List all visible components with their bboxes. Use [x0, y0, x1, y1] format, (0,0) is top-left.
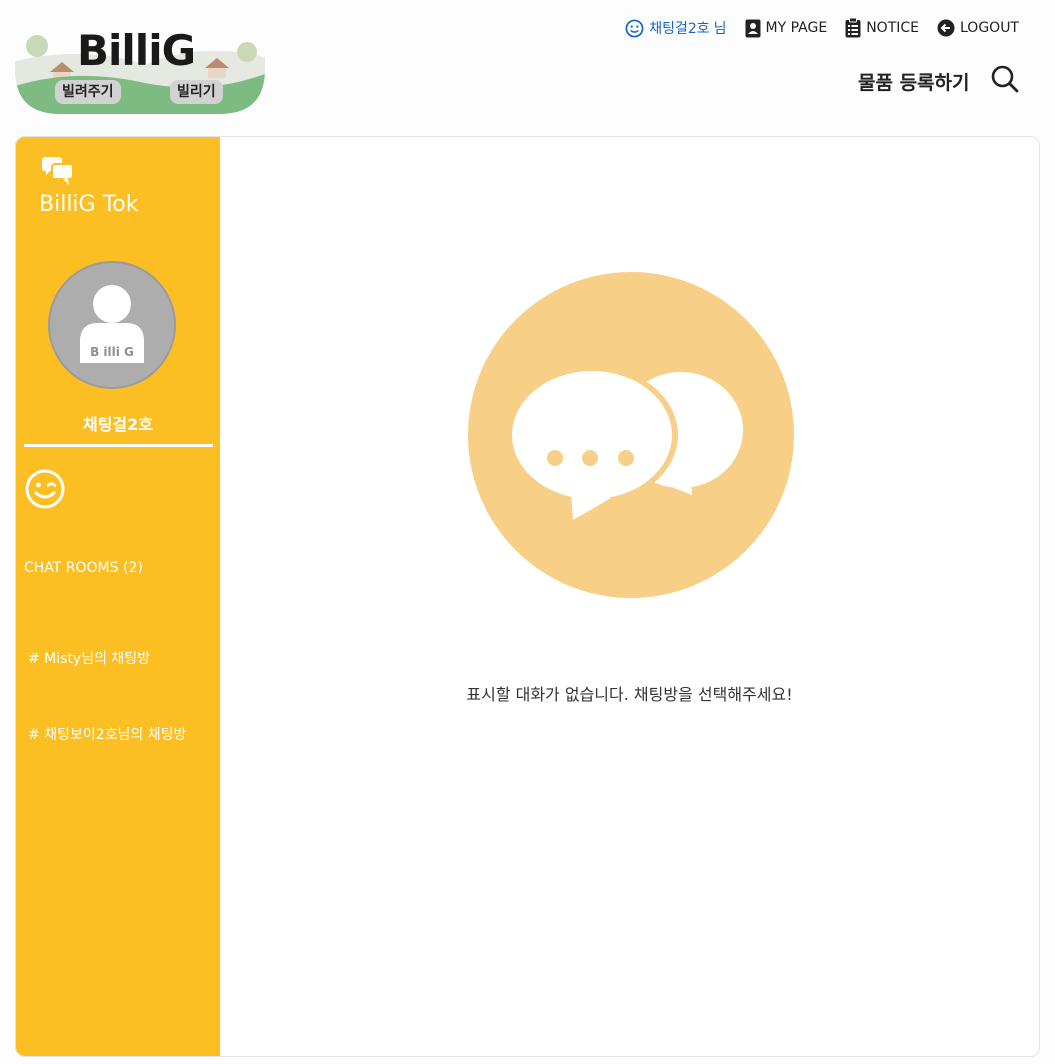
mypage-label: MY PAGE: [765, 20, 828, 36]
wink-emoji-icon[interactable]: [24, 468, 66, 510]
notice-link[interactable]: NOTICE: [845, 18, 919, 38]
logo-wordmark: BilliG: [77, 26, 196, 75]
user-greeting[interactable]: 채팅걸2호 님: [625, 18, 727, 38]
avatar-label: B illi G: [90, 345, 134, 359]
chat-rooms-heading: CHAT ROOMS (2): [24, 560, 143, 576]
user-name: 채팅걸2호: [649, 21, 710, 37]
empty-chat-icon: [468, 272, 794, 598]
register-item-button[interactable]: 물품 등록하기: [858, 68, 970, 95]
chat-room-item[interactable]: # 채팅보이2호님의 채팅방: [28, 724, 186, 744]
clipboard-icon: [845, 18, 861, 38]
user-card-icon: [745, 19, 761, 37]
lend-button[interactable]: 빌려주기: [55, 80, 121, 104]
billig-logo[interactable]: BilliG 빌려주기 빌리기: [15, 24, 265, 114]
logout-link[interactable]: LOGOUT: [937, 19, 1019, 37]
chat-room-item[interactable]: # Misty님의 채팅방: [28, 648, 150, 668]
chat-panel: BilliG Tok B illi G 채팅걸2호 CHAT ROOMS (2)…: [15, 136, 1040, 1057]
logout-label: LOGOUT: [960, 20, 1019, 36]
mypage-link[interactable]: MY PAGE: [745, 19, 828, 38]
sidebar-title: BilliG Tok: [39, 192, 139, 217]
sidebar-divider: [24, 444, 213, 447]
avatar[interactable]: B illi G: [48, 261, 176, 389]
user-suffix: 님: [713, 21, 727, 37]
search-icon[interactable]: [990, 64, 1020, 94]
conversation-area: 표시할 대화가 없습니다. 채팅방을 선택해주세요!: [220, 137, 1039, 1056]
borrow-button[interactable]: 빌리기: [170, 80, 223, 104]
chat-bubbles-icon: [42, 157, 74, 185]
empty-conversation-message: 표시할 대화가 없습니다. 채팅방을 선택해주세요!: [466, 685, 793, 704]
logout-arrow-icon: [937, 19, 955, 37]
smile-icon: [625, 19, 644, 37]
chat-sidebar: BilliG Tok B illi G 채팅걸2호 CHAT ROOMS (2)…: [16, 137, 220, 1056]
top-navigation: 채팅걸2호 님 MY PAGE NOTICE LOGOUT: [607, 18, 1019, 38]
notice-label: NOTICE: [866, 20, 919, 36]
default-user-icon: [80, 285, 144, 363]
user-nickname: 채팅걸2호: [82, 415, 153, 434]
